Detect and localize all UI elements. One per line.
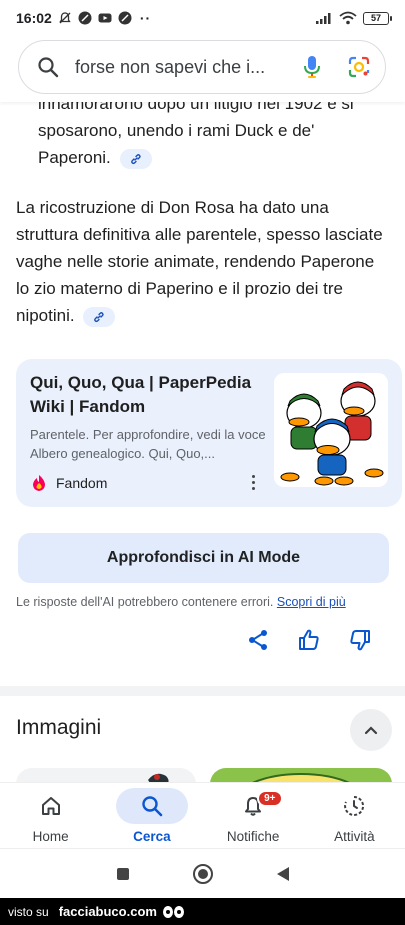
ai-disclaimer: Le risposte dell'AI potrebbero contenere… <box>16 595 396 609</box>
nav-notifications[interactable]: 9+ Notifiche <box>203 783 304 848</box>
recent-apps-icon[interactable] <box>116 867 129 880</box>
source-card-site[interactable]: Fandom <box>30 474 107 492</box>
youtube-icon <box>98 13 112 23</box>
eyes-logo-icon <box>162 905 184 918</box>
overview-paragraph-main-text: La ricostruzione di Don Rosa ha dato una… <box>16 198 383 325</box>
battery-indicator: 57 <box>363 11 392 25</box>
app-notification-icon-2 <box>118 11 132 25</box>
nav-activity-label: Attività <box>334 829 375 844</box>
more-options-icon[interactable] <box>246 472 260 492</box>
status-time: 16:02 <box>16 10 52 26</box>
collapse-section-button[interactable] <box>350 709 392 751</box>
thumbs-up-icon[interactable] <box>297 628 321 652</box>
source-card-title[interactable]: Qui, Quo, Qua | PaperPedia Wiki | Fandom <box>30 371 268 419</box>
ai-mode-button[interactable]: Approfondisci in AI Mode <box>18 533 389 583</box>
status-left: 16:02 ·· <box>16 10 151 26</box>
link-icon <box>130 153 141 164</box>
more-notifications-indicator: ·· <box>139 10 152 26</box>
thumbs-down-icon[interactable] <box>348 628 372 652</box>
bell-off-icon <box>59 12 71 24</box>
home-icon <box>41 797 60 815</box>
duck-nephews-image[interactable] <box>274 373 388 487</box>
search-header: forse non sapevi che i... <box>0 38 405 102</box>
system-navigation-bar <box>0 848 405 898</box>
nav-notifications-label: Notifiche <box>226 829 280 844</box>
search-input[interactable]: forse non sapevi che i... <box>75 57 303 78</box>
fandom-logo-icon <box>33 475 45 491</box>
home-button-icon[interactable] <box>192 863 213 884</box>
share-icon[interactable] <box>246 628 270 652</box>
search-icon[interactable] <box>37 56 59 78</box>
nav-home-label: Home <box>32 829 69 844</box>
search-box[interactable]: forse non sapevi che i... <box>18 40 386 94</box>
google-lens-icon[interactable] <box>347 55 371 79</box>
status-bar: 16:02 ·· 57 <box>0 0 405 36</box>
ai-disclaimer-text: Le risposte dell'AI potrebbero contenere… <box>16 595 274 609</box>
mic-icon[interactable] <box>303 55 321 79</box>
citation-link-button-2[interactable] <box>83 306 116 327</box>
source-card-site-name: Fandom <box>56 475 108 491</box>
notification-badge: 9+ <box>257 790 283 807</box>
citation-link-button[interactable] <box>119 148 152 169</box>
signal-icon <box>316 13 331 24</box>
nav-activity[interactable]: Attività <box>304 783 405 848</box>
overview-paragraph-main: La ricostruzione di Don Rosa ha dato una… <box>0 194 405 329</box>
activity-icon <box>344 795 365 816</box>
overview-paragraph-top-text: innamorarono dopo un litigio nel 1902 e … <box>38 94 354 167</box>
link-icon <box>94 311 105 322</box>
overview-paragraph-top: innamorarono dopo un litigio nel 1902 e … <box>0 90 405 171</box>
feedback-actions <box>246 628 372 652</box>
back-icon[interactable] <box>276 866 289 881</box>
watermark-prefix: visto su <box>8 904 49 919</box>
ai-overview-content: innamorarono dopo un litigio nel 1902 e … <box>0 90 405 329</box>
source-card[interactable]: Qui, Quo, Qua | PaperPedia Wiki | Fandom… <box>16 359 402 507</box>
app-notification-icon <box>78 11 92 25</box>
search-icon <box>142 796 163 817</box>
wifi-icon <box>339 11 357 25</box>
watermark-bar: visto su facciabuco.com <box>0 898 405 925</box>
nav-search[interactable]: Cerca <box>101 783 202 848</box>
nav-home[interactable]: Home <box>0 783 101 848</box>
section-divider <box>0 686 405 696</box>
search-actions <box>303 55 371 79</box>
watermark-brand: facciabuco.com <box>58 904 157 919</box>
bottom-navigation: Home Cerca 9+ Notifiche Attività <box>0 782 405 848</box>
chevron-up-icon <box>364 726 378 735</box>
images-section-title: Immagini <box>16 716 102 739</box>
status-right: 57 <box>315 11 392 25</box>
learn-more-link[interactable]: Scopri di più <box>277 595 346 609</box>
nav-search-label: Cerca <box>133 829 171 844</box>
source-card-snippet: Parentele. Per approfondire, vedi la voc… <box>30 427 266 461</box>
